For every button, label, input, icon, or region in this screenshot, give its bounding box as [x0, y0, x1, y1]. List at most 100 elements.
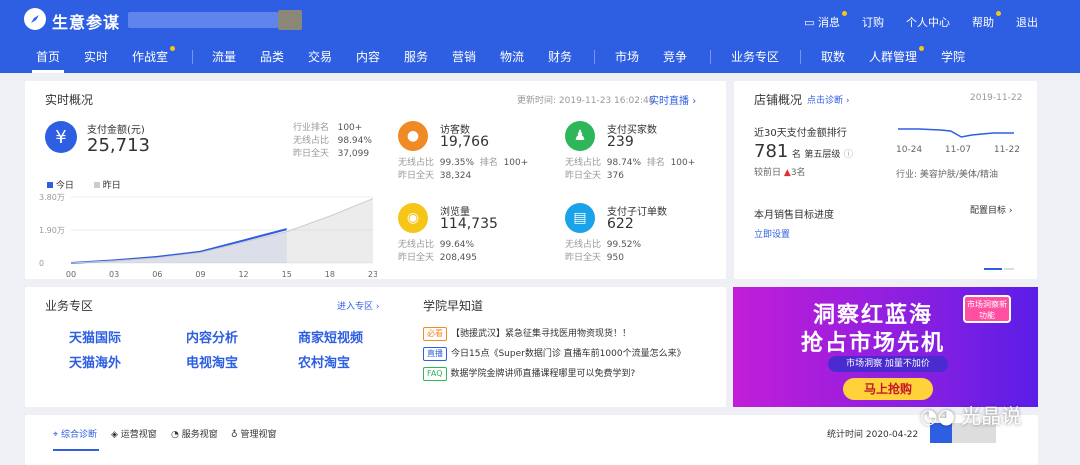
- nav-market[interactable]: 市场: [615, 48, 639, 65]
- academy-text: 【驰援武汉】紧急征集寻找医用物资现货！！: [451, 329, 632, 339]
- info-icon[interactable]: ⓘ: [844, 150, 853, 160]
- metric-stats: 无线占比 98.74% 排名 100+ 昨日全天 376: [565, 158, 696, 181]
- top-link-help[interactable]: 帮助: [972, 11, 1001, 30]
- nav-business-zone[interactable]: 业务专区: [731, 48, 779, 65]
- store-overview-card: 店铺概况 点击诊断 › 2019-11-22 近30天支付金额排行 781 名 …: [734, 81, 1037, 279]
- nav-competition[interactable]: 竞争: [663, 48, 687, 65]
- diagnosis-card: ⌖ 综合诊断 ◈ 运营视窗 ◔ 服务视窗 ♁ 管理视窗 统计时间 2020-04…: [25, 415, 1038, 465]
- metric-stats: 无线占比 99.52% 昨日全天 950: [565, 240, 642, 263]
- setup-now-link[interactable]: 立即设置: [754, 227, 790, 240]
- diagnose-link[interactable]: 点击诊断 ›: [807, 93, 850, 106]
- academy-item[interactable]: 直播 今日15点《Super数据门诊 直播车前1000个流量怎么来》: [423, 347, 686, 367]
- message-icon: ▭: [804, 16, 818, 29]
- tab-operation[interactable]: ◈ 运营视窗: [111, 427, 157, 440]
- nav-academy[interactable]: 学院: [941, 48, 965, 65]
- tier-label: 第五层级: [804, 150, 841, 160]
- nav-traffic[interactable]: 流量: [212, 48, 236, 65]
- payment-stats: 行业排名 100+ 无线占比 98.94% 昨日全天 37,099: [293, 123, 372, 159]
- biz-link[interactable]: 天猫海外: [69, 352, 121, 371]
- rank-unit: 名: [791, 150, 801, 160]
- live-link[interactable]: 实时直播 ›: [649, 92, 696, 107]
- metric-stats: 无线占比 99.64% 昨日全天 208,495: [398, 240, 477, 263]
- nav-content[interactable]: 内容: [356, 48, 380, 65]
- rank-label: 近30天支付金额排行: [754, 128, 847, 139]
- biz-link[interactable]: 农村淘宝: [298, 352, 350, 371]
- academy-text: 今日15点《Super数据门诊 直播车前1000个流量怎么来》: [451, 349, 686, 359]
- yesterday-area: [71, 198, 373, 263]
- biz-link[interactable]: 电视淘宝: [186, 352, 238, 371]
- legend-swatch-yesterday: [93, 182, 100, 188]
- main-nav: 首页 实时 作战室 流量 品类 交易 内容 服务 营销 物流 财务 市场 竞争 …: [0, 40, 1080, 73]
- blurred-shop-badge: [278, 10, 302, 30]
- business-academy-card: 业务专区 进入专区 › 天猫国际 内容分析 商家短视频 天猫海外 电视淘宝 农村…: [25, 287, 726, 407]
- academy-tag: 必看: [423, 327, 447, 341]
- academy-item[interactable]: FAQ 数据学院金牌讲师直播课程哪里可以免费学到?: [423, 367, 686, 387]
- metric-block: ◉ 浏览量 114,735 无线占比 99.64% 昨日全天 208,495: [398, 203, 558, 273]
- x-tick-label: 23: [368, 270, 377, 279]
- config-target-link[interactable]: 配置目标 ›: [970, 203, 1013, 216]
- nav-divider: [594, 50, 595, 64]
- nav-data-fetch[interactable]: 取数: [821, 48, 845, 65]
- spark-tick: 11-22: [993, 145, 1020, 155]
- wechat-icon: ◔◕: [920, 404, 955, 428]
- realtime-overview-card: 实时概况 更新时间: 2019-11-23 16:02:46 实时直播 › ¥ …: [25, 81, 726, 279]
- promo-buy-button[interactable]: 马上抢购: [843, 378, 933, 400]
- legend-swatch-today: [47, 182, 53, 188]
- rank-row: 781 名 第五层级 ⓘ: [754, 141, 853, 162]
- nav-trade[interactable]: 交易: [308, 48, 332, 65]
- nav-realtime[interactable]: 实时: [84, 48, 108, 65]
- top-link-logout[interactable]: 退出: [1016, 14, 1038, 30]
- x-tick-label: 06: [152, 270, 162, 279]
- y-tick-label: 3.80万: [39, 193, 65, 202]
- target-label: 本月销售目标进度: [754, 210, 834, 221]
- carousel-indicator-active[interactable]: [984, 268, 1002, 270]
- nav-home[interactable]: 首页: [31, 48, 65, 73]
- top-links: ▭ 消息 订购 个人中心 帮助 退出: [804, 11, 1038, 30]
- nav-divider: [800, 50, 801, 64]
- nav-finance[interactable]: 财务: [548, 48, 572, 65]
- tab-management[interactable]: ♁ 管理视窗: [231, 427, 276, 440]
- nav-crowd-mgmt[interactable]: 人群管理: [869, 46, 925, 65]
- payment-trend-chart: 3.80万1.90万000 03 06 09 12 15 18 23: [39, 193, 377, 279]
- biz-link[interactable]: 商家短视频: [298, 327, 363, 346]
- notify-dot: [919, 46, 925, 51]
- notify-dot: [996, 11, 1001, 16]
- eye-icon: ◉: [398, 203, 428, 233]
- top-link-message[interactable]: ▭ 消息: [804, 11, 847, 30]
- logo-compass-icon[interactable]: [24, 8, 46, 30]
- academy-tag: FAQ: [423, 367, 447, 381]
- academy-text: 数据学院金牌讲师直播课程哪里可以免费学到?: [450, 369, 636, 379]
- update-time: 更新时间: 2019-11-23 16:02:46: [517, 96, 655, 106]
- spark-tick: 10-24: [896, 145, 923, 155]
- tab-service[interactable]: ◔ 服务视窗: [171, 427, 218, 440]
- chevron-right-icon: ›: [375, 302, 380, 312]
- x-tick-label: 18: [325, 270, 335, 279]
- academy-item[interactable]: 必看 【驰援武汉】紧急征集寻找医用物资现货！！: [423, 327, 686, 347]
- top-link-order[interactable]: 订购: [862, 14, 884, 30]
- x-tick-label: 12: [238, 270, 248, 279]
- nav-service[interactable]: 服务: [404, 48, 428, 65]
- top-link-profile[interactable]: 个人中心: [906, 14, 950, 30]
- watermark: ◔◕ 光晶说: [920, 404, 1022, 428]
- top-bar: 生意参谋 ▭ 消息 订购 个人中心 帮助 退出: [0, 0, 1080, 40]
- biz-link[interactable]: 内容分析: [186, 327, 238, 346]
- academy-tag: 直播: [423, 347, 447, 361]
- notify-dot: [170, 46, 176, 51]
- biz-link[interactable]: 天猫国际: [69, 327, 121, 346]
- app-logo-text[interactable]: 生意参谋: [52, 9, 120, 33]
- nav-category[interactable]: 品类: [260, 48, 284, 65]
- x-tick-label: 09: [195, 270, 205, 279]
- business-title: 业务专区: [45, 299, 94, 313]
- promo-banner[interactable]: 洞察红蓝海 抢占市场先机 市场洞察新功能 市场洞察 加量不加价 马上抢购: [733, 287, 1038, 407]
- tab-comprehensive[interactable]: ⌖ 综合诊断: [53, 427, 97, 440]
- industry-label: 行业: 美容护肤/美体/精油: [896, 170, 998, 180]
- promo-headline-2: 抢占市场先机: [801, 331, 946, 356]
- nav-marketing[interactable]: 营销: [452, 48, 476, 65]
- notify-dot: [842, 11, 847, 16]
- nav-logistics[interactable]: 物流: [500, 48, 524, 65]
- rank-value: 781: [754, 141, 789, 162]
- enter-zone-link[interactable]: 进入专区 ›: [337, 299, 380, 312]
- carousel-indicator[interactable]: [1004, 268, 1014, 270]
- metric-block: ▤ 支付子订单数 622 无线占比 99.52% 昨日全天 950: [565, 203, 725, 273]
- nav-war-room[interactable]: 作战室: [132, 46, 176, 65]
